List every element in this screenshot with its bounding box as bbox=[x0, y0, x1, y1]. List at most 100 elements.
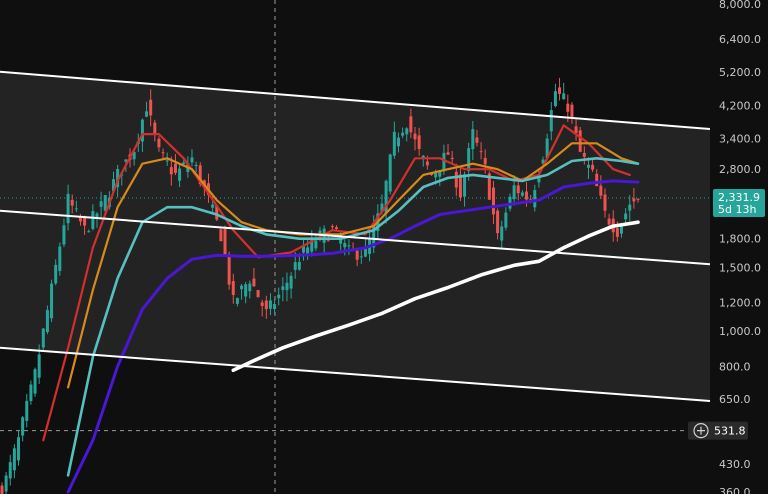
candle-body bbox=[33, 369, 37, 394]
candle-body bbox=[624, 213, 628, 220]
candle-body bbox=[190, 157, 194, 163]
y-tick-label: 1,000.0 bbox=[719, 325, 761, 338]
candle-body bbox=[401, 132, 405, 136]
candle-body bbox=[50, 283, 54, 319]
y-tick-label: 1,800.0 bbox=[719, 233, 761, 246]
candle-body bbox=[74, 208, 78, 210]
candle-body bbox=[335, 227, 339, 229]
candle-body bbox=[149, 99, 153, 116]
candle bbox=[33, 367, 37, 397]
candle-body bbox=[525, 191, 529, 200]
candle-body bbox=[306, 247, 310, 254]
candle-body bbox=[409, 116, 413, 133]
bar-countdown-label: 5d 13h bbox=[718, 203, 756, 216]
candle-body bbox=[450, 157, 454, 160]
y-tick-label: 2,800.0 bbox=[719, 163, 761, 176]
y-tick-label: 5,200.0 bbox=[719, 66, 761, 79]
candle-body bbox=[425, 161, 429, 166]
candle-body bbox=[628, 204, 632, 211]
candle-body bbox=[454, 171, 458, 188]
candle-body bbox=[586, 164, 590, 168]
candle-body bbox=[173, 163, 177, 173]
candle-body bbox=[87, 231, 91, 233]
candle-body bbox=[248, 283, 252, 292]
candle bbox=[388, 153, 392, 195]
candle-body bbox=[595, 173, 599, 187]
candle-body bbox=[91, 211, 95, 229]
candle-body bbox=[549, 110, 553, 132]
candle-body bbox=[252, 278, 256, 287]
candle-body bbox=[607, 218, 611, 225]
candle-body bbox=[182, 162, 186, 164]
candle-body bbox=[4, 475, 8, 492]
candle-body bbox=[240, 285, 244, 290]
candle-body bbox=[8, 462, 12, 479]
candle-body bbox=[211, 204, 215, 208]
candle-body bbox=[25, 400, 29, 421]
candle-body bbox=[277, 294, 281, 299]
candle-body bbox=[21, 417, 25, 436]
candle bbox=[578, 126, 582, 153]
candle-body bbox=[471, 129, 475, 150]
candle-body bbox=[268, 300, 272, 309]
current-price-badge: 2,331.9 5d 13h bbox=[713, 188, 765, 217]
crosshair-price-label: 531.8 bbox=[714, 425, 746, 438]
candle-body bbox=[417, 135, 421, 149]
y-tick-label: 4,200.0 bbox=[719, 99, 761, 112]
candle-body bbox=[355, 250, 359, 260]
y-tick-label: 360.0 bbox=[719, 486, 751, 494]
candle-body bbox=[17, 437, 21, 461]
candle-body bbox=[491, 187, 495, 215]
candle-body bbox=[58, 246, 62, 271]
candle-body bbox=[553, 91, 557, 107]
candle-body bbox=[504, 212, 508, 228]
candle bbox=[41, 327, 45, 351]
candle-body bbox=[169, 167, 173, 175]
y-tick-label: 6,400.0 bbox=[719, 33, 761, 46]
candle-body bbox=[78, 217, 82, 222]
candle-body bbox=[574, 126, 578, 133]
candle-body bbox=[479, 151, 483, 153]
candle-body bbox=[475, 137, 479, 143]
candle-body bbox=[615, 228, 619, 237]
candle-body bbox=[326, 240, 330, 242]
candle-body bbox=[582, 152, 586, 157]
candle-body bbox=[62, 225, 66, 245]
candle-body bbox=[45, 310, 49, 333]
candle-body bbox=[578, 130, 582, 152]
crosshair-price-badge: 531.8 bbox=[688, 421, 748, 440]
candle-body bbox=[512, 185, 516, 200]
candle-body bbox=[153, 122, 157, 134]
candle-body bbox=[41, 328, 45, 348]
candle-body bbox=[570, 104, 574, 118]
y-tick-label: 1,500.0 bbox=[719, 261, 761, 274]
y-tick-label: 3,400.0 bbox=[719, 133, 761, 146]
candle-body bbox=[99, 201, 103, 207]
candle-body bbox=[145, 111, 149, 117]
candle-body bbox=[256, 290, 260, 298]
candle-body bbox=[413, 133, 417, 140]
candle-body bbox=[66, 193, 70, 224]
price-chart[interactable]: 8,000.0 6,400.0 5,200.0 4,200.0 3,400.0 2,800… bbox=[0, 0, 768, 494]
candle-body bbox=[558, 87, 562, 94]
candle-body bbox=[235, 298, 239, 304]
candle-body bbox=[533, 190, 537, 208]
candle-body bbox=[496, 210, 500, 234]
candle bbox=[227, 251, 231, 290]
y-tick-label: 1,200.0 bbox=[719, 297, 761, 310]
candle-body bbox=[388, 154, 392, 192]
candle-body bbox=[314, 240, 318, 249]
candle bbox=[256, 289, 260, 298]
candle-body bbox=[392, 131, 396, 156]
candle-body bbox=[458, 174, 462, 198]
candle-body bbox=[347, 245, 351, 247]
candle-body bbox=[442, 152, 446, 172]
candle-body bbox=[636, 198, 640, 200]
candle bbox=[58, 242, 62, 276]
candle-body bbox=[12, 448, 16, 471]
candle-body bbox=[396, 137, 400, 147]
candle-body bbox=[405, 128, 409, 135]
candle-body bbox=[70, 199, 74, 206]
candle-body bbox=[516, 185, 520, 194]
candle-body bbox=[591, 164, 595, 170]
